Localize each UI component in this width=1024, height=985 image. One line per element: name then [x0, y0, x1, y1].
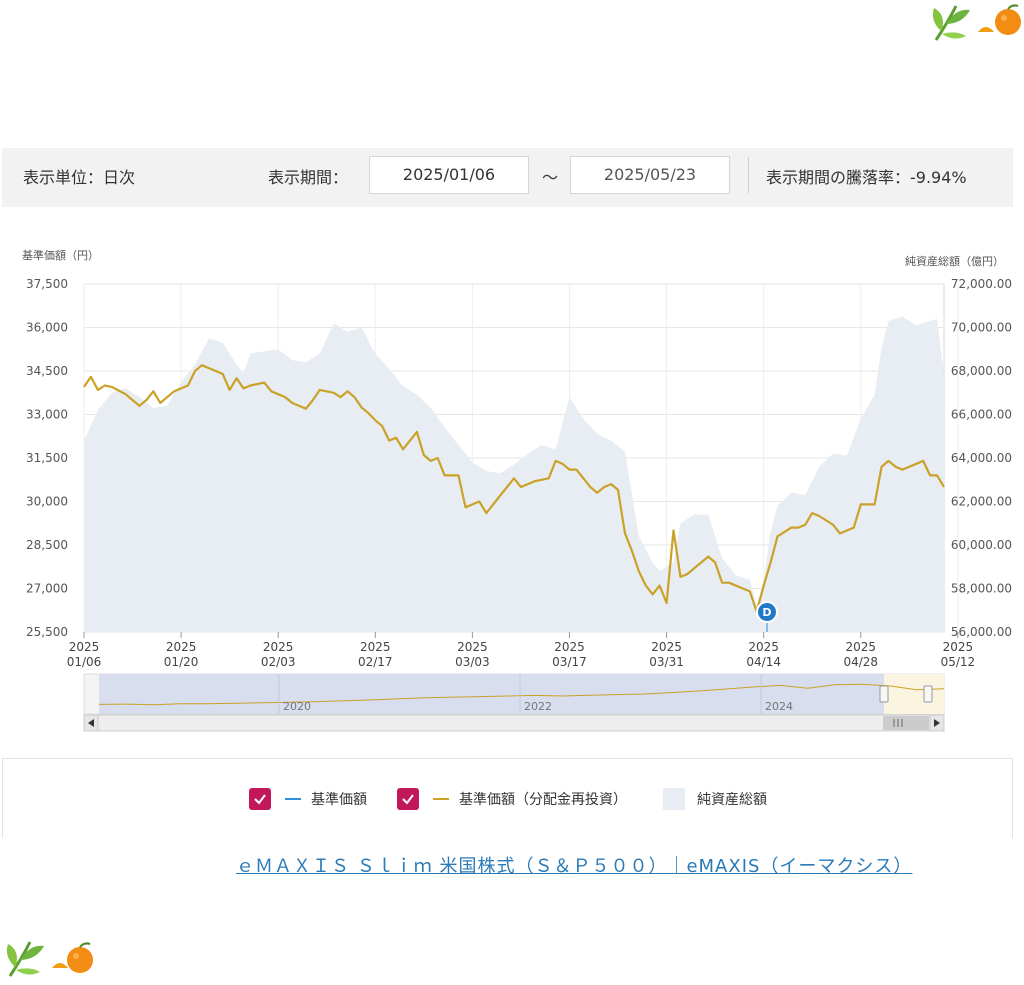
left-tick-label: 28,500 — [26, 538, 68, 552]
legend-line-swatch — [285, 798, 301, 800]
display-period-label: 表示期間： — [268, 168, 349, 187]
chart-legend: 基準価額 基準価額（分配金再投資） 純資産総額 — [2, 758, 1013, 838]
right-tick-label: 68,000.00 — [951, 364, 1012, 378]
x-tick-year: 2025 — [943, 640, 974, 654]
x-tick-date: 01/06 — [67, 655, 102, 669]
left-tick-label: 34,500 — [26, 364, 68, 378]
navigator-scrollbar-track — [83, 714, 945, 732]
price-chart: 37,500 36,000 34,500 33,000 31,500 30,000 28,5… — [26, 277, 1012, 669]
navigator-selected-range — [884, 674, 944, 714]
left-tick-label: 37,500 — [26, 277, 68, 291]
x-tick-date: 01/20 — [164, 655, 199, 669]
x-tick-year: 2025 — [360, 640, 391, 654]
right-tick-label: 70,000.00 — [951, 321, 1012, 335]
period-change-rate: 表示期間の騰落率：-9.94% — [766, 168, 967, 187]
left-tick-label: 33,000 — [26, 408, 68, 422]
left-tick-label: 27,000 — [26, 582, 68, 596]
range-tilde: ～ — [542, 168, 559, 187]
right-axis-title: 純資産総額（億円） — [905, 255, 1004, 268]
x-tick-date: 02/03 — [261, 655, 296, 669]
x-tick-year: 2025 — [457, 640, 488, 654]
x-tick-year: 2025 — [69, 640, 100, 654]
legend-item-assets[interactable]: 純資産総額 — [663, 787, 767, 811]
x-tick-year: 2025 — [166, 640, 197, 654]
chart-controls-bar: 表示単位：日次 表示期間： 2025/01/06 ～ 2025/05/23 表示… — [2, 148, 1013, 207]
left-tick-label: 36,000 — [26, 321, 68, 335]
x-tick-date: 03/31 — [649, 655, 684, 669]
right-tick-label: 72,000.00 — [951, 277, 1012, 291]
legend-line-swatch — [433, 798, 449, 800]
right-tick-label: 56,000.00 — [951, 625, 1012, 639]
x-tick-year: 2025 — [263, 640, 294, 654]
legend-label-reinvest: 基準価額（分配金再投資） — [459, 792, 627, 808]
left-tick-label: 25,500 — [26, 625, 68, 639]
legend-item-reinvest[interactable]: 基準価額（分配金再投資） — [397, 787, 627, 811]
right-tick-label: 66,000.00 — [951, 408, 1012, 422]
x-tick-year: 2025 — [554, 640, 585, 654]
x-tick-date: 02/17 — [358, 655, 393, 669]
navigator-year-label: 2024 — [765, 700, 793, 713]
navigator-year-label: 2022 — [524, 700, 552, 713]
x-tick-year: 2025 — [846, 640, 877, 654]
navigator-year-label: 2020 — [283, 700, 311, 713]
x-tick-date: 04/28 — [843, 655, 878, 669]
x-tick-date: 04/14 — [746, 655, 781, 669]
legend-area-swatch — [663, 788, 685, 810]
checkbox-checked-icon[interactable] — [249, 788, 271, 810]
leaf-orange-icon — [6, 941, 93, 977]
left-tick-label: 31,500 — [26, 451, 68, 465]
left-tick-label: 30,000 — [26, 495, 68, 509]
range-navigator[interactable]: 2020 2022 2024 — [0, 670, 1024, 735]
legend-item-nav[interactable]: 基準価額 — [249, 787, 367, 811]
right-tick-label: 62,000.00 — [951, 495, 1012, 509]
x-tick-date: 05/12 — [941, 655, 976, 669]
left-axis-title: 基準価額（円） — [22, 249, 99, 262]
display-unit-label: 表示単位：日次 — [23, 168, 136, 187]
legend-label-assets: 純資産総額 — [697, 792, 767, 808]
navigator-handle[interactable] — [923, 685, 933, 703]
start-date-input[interactable]: 2025/01/06 — [369, 156, 529, 194]
checkbox-checked-icon[interactable] — [397, 788, 419, 810]
navigator-scrollbar-thumb[interactable] — [883, 716, 929, 730]
legend-label-nav: 基準価額 — [311, 792, 367, 808]
x-tick-year: 2025 — [651, 640, 682, 654]
right-tick-label: 58,000.00 — [951, 582, 1012, 596]
fund-page-link[interactable]: ｅＭＡＸＩＳ Ｓｌｉｍ 米国株式（Ｓ＆Ｐ５００）｜eMAXIS（イーマクシス） — [236, 852, 912, 878]
right-tick-label: 60,000.00 — [951, 538, 1012, 552]
end-date-input[interactable]: 2025/05/23 — [570, 156, 730, 194]
x-tick-date: 03/03 — [455, 655, 490, 669]
navigator-handle[interactable] — [879, 685, 889, 703]
leaf-orange-icon — [932, 4, 1021, 41]
right-tick-label: 64,000.00 — [951, 451, 1012, 465]
x-tick-date: 03/17 — [552, 655, 587, 669]
dividend-marker-label: D — [762, 606, 771, 619]
controls-divider — [748, 157, 749, 193]
x-tick-year: 2025 — [748, 640, 779, 654]
